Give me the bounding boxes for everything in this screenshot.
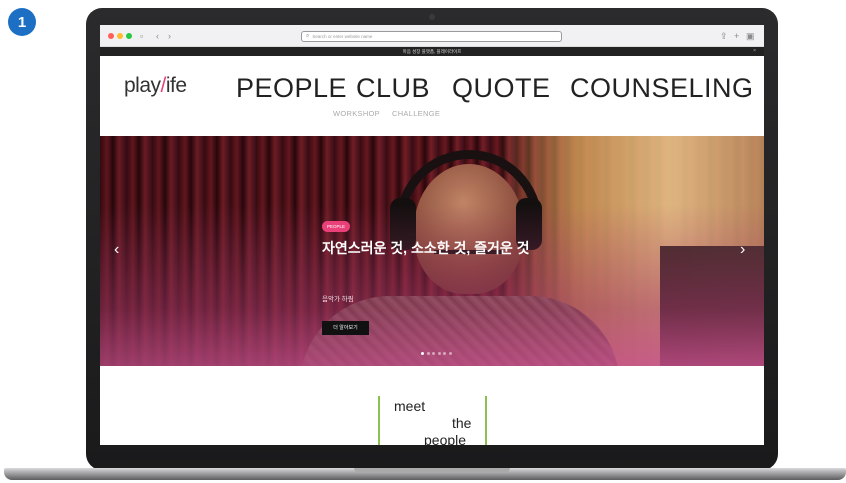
slide-dot[interactable]	[426, 352, 430, 355]
tabs-icon[interactable]: ▣	[746, 29, 755, 43]
announcement-bar: 마음 성장 플랫폼, 플레이라이프 ×	[100, 47, 764, 56]
stage: 1 ▫ ‹ › ⌕ Search or enter website name ⇪…	[0, 0, 846, 483]
slide-dot[interactable]	[443, 352, 446, 355]
slide-dot[interactable]	[432, 352, 435, 355]
meet-the-people-title: meet the people	[378, 396, 487, 445]
category-badge[interactable]: PEOPLE	[322, 221, 351, 232]
maximize-window-button[interactable]	[126, 33, 132, 39]
step-number-badge: 1	[8, 8, 36, 36]
browser-toolbar: ▫ ‹ › ⌕ Search or enter website name ⇪ +…	[100, 25, 764, 47]
share-icon[interactable]: ⇪	[720, 29, 728, 43]
chevron-right-icon[interactable]: ›	[168, 29, 171, 43]
nav-quote[interactable]: QUOTE	[452, 72, 551, 104]
camera-icon	[429, 14, 435, 20]
hero-author: 음악가 하림	[322, 296, 354, 303]
close-icon[interactable]: ×	[753, 47, 756, 56]
minimize-window-button[interactable]	[117, 33, 123, 39]
slide-dot[interactable]	[448, 352, 452, 355]
plus-icon[interactable]: +	[734, 29, 739, 43]
meet-word: meet	[394, 398, 426, 414]
sidebar-icon[interactable]: ▫	[140, 29, 143, 43]
the-word: the	[452, 415, 472, 431]
subnav-workshop[interactable]: WORKSHOP	[333, 109, 380, 118]
address-placeholder: Search or enter website name	[312, 34, 373, 39]
address-bar[interactable]: ⌕ Search or enter website name	[301, 31, 562, 42]
meet-section: meet the people	[100, 366, 764, 445]
subnav-challenge[interactable]: CHALLENGE	[392, 109, 440, 118]
nav-club[interactable]: CLUB	[356, 72, 430, 104]
logo-part-play: play	[124, 74, 161, 97]
site-logo[interactable]: play/ife	[124, 74, 187, 98]
laptop-notch	[354, 468, 510, 473]
logo-part-ife: ife	[165, 74, 187, 97]
site-header: play/ife PEOPLE CLUB QUOTE COUNSELING WO…	[100, 56, 764, 136]
laptop-screen: ▫ ‹ › ⌕ Search or enter website name ⇪ +…	[100, 25, 764, 445]
chevron-right-icon[interactable]: ›	[740, 240, 745, 260]
read-more-button[interactable]: 더 알아보기	[322, 321, 369, 335]
slide-dot[interactable]	[437, 352, 441, 355]
hero-slider: PEOPLE 자연스러운 것, 소소한 것, 즐거운 것 음악가 하림 더 알아…	[100, 136, 764, 366]
people-word: people	[424, 432, 467, 445]
nav-counseling[interactable]: COUNSELING	[570, 72, 754, 104]
nav-people[interactable]: PEOPLE	[236, 72, 347, 104]
hero-title: 자연스러운 것, 소소한 것, 즐거운 것	[322, 240, 530, 256]
close-window-button[interactable]	[108, 33, 114, 39]
chevron-left-icon[interactable]: ‹	[114, 240, 119, 260]
announcement-text: 마음 성장 플랫폼, 플레이라이프	[402, 49, 462, 54]
chevron-left-icon[interactable]: ‹	[156, 29, 159, 43]
slide-dot[interactable]	[421, 352, 424, 355]
slide-indicators	[421, 352, 452, 355]
search-icon: ⌕	[306, 33, 310, 39]
